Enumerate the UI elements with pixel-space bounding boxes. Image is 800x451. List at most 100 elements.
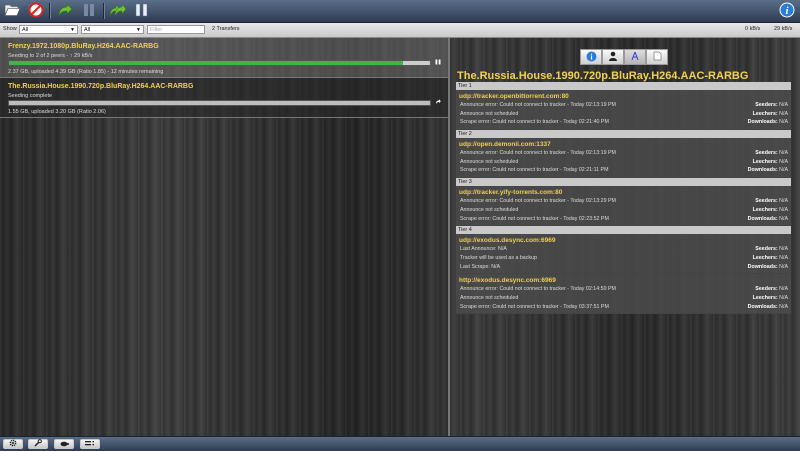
tracker-stat-key: Downloads:: [747, 215, 778, 222]
tracker-stat-key: Leechers:: [752, 254, 778, 261]
tracker-status-text: Last Announce: N/A: [460, 246, 507, 253]
tracker-stat-key: Leechers:: [752, 294, 778, 301]
remove-torrent-button[interactable]: [27, 2, 45, 20]
pause-all-icon: [134, 3, 150, 19]
tracker-url: udp://open.demonii.com:1337: [459, 141, 551, 149]
progress-bar: [8, 60, 431, 66]
torrent-peers: Seeding complete: [8, 93, 53, 99]
tracker-entry: udp://exodus.desync.com:6969 Last Announc…: [456, 234, 791, 275]
tracker-stat-value: N/A: [779, 167, 788, 174]
tracker-stat-value: N/A: [779, 294, 788, 301]
tracker-stat-value: N/A: [779, 102, 788, 108]
tracker-status-line: Announce not scheduled Leechers: N/A: [459, 110, 788, 119]
tier-header: Tier 4: [456, 226, 791, 235]
tracker-status-text: Announce not scheduled: [460, 110, 519, 117]
tracker-stat-value: N/A: [779, 254, 788, 261]
show-label: Show: [3, 26, 17, 32]
tracker-stat-value: N/A: [779, 158, 788, 165]
torrent-pause-button[interactable]: [434, 59, 442, 67]
tracker-entry: udp://tracker.yify-torrents.com:80 Announ…: [456, 186, 791, 227]
settings-button[interactable]: [3, 439, 23, 449]
tab-files[interactable]: [646, 49, 668, 65]
resume-icon: [435, 99, 441, 107]
tab-trackers[interactable]: [624, 49, 646, 65]
info-icon: i: [586, 51, 597, 64]
tracker-entry: udp://open.demonii.com:1337 Announce erro…: [456, 138, 791, 179]
torrent-stats: 1.55 GB, uploaded 3.20 GB (Ratio 2.06): [8, 109, 106, 115]
tracker-status-line: Last Scrape: N/A Downloads: N/A: [459, 263, 788, 272]
torrent-row[interactable]: The.Russia.House.1990.720p.BluRay.H264.A…: [0, 78, 448, 118]
remove-circle-icon: [28, 2, 44, 20]
pause-all-button[interactable]: [133, 2, 151, 20]
tracker-stat-key: Seeders:: [755, 150, 778, 157]
tracker-status-text: Scrape error: Could not connect to track…: [460, 303, 609, 310]
wrench-icon: [34, 439, 42, 449]
tracker-icon: [630, 51, 640, 63]
resume-all-button[interactable]: [109, 2, 127, 20]
tracker-stat-value: N/A: [779, 263, 788, 270]
tracker-stat-value: N/A: [779, 150, 788, 157]
tracker-stat-key: Leechers:: [752, 158, 778, 165]
preferences-button[interactable]: [28, 439, 48, 449]
state-filter-select[interactable]: All ▼: [19, 25, 78, 34]
tracker-stat: Seeders: N/A: [755, 245, 788, 254]
tracker-status-line: Scrape error: Could not connect to track…: [459, 303, 788, 312]
tracker-stat-key: Downloads:: [747, 263, 778, 270]
resume-button[interactable]: [56, 2, 74, 20]
turtle-mode-button[interactable]: [54, 439, 74, 449]
pause-button[interactable]: [80, 2, 98, 20]
tracker-status-line: Announce error: Could not connect to tra…: [459, 285, 788, 294]
tracker-url: udp://tracker.openbittorrent.com:80: [459, 93, 569, 100]
tracker-stat: Seeders: N/A: [755, 149, 788, 158]
tracker-status-text: Announce error: Could not connect to tra…: [460, 286, 616, 293]
tracker-stat: Seeders: N/A: [755, 285, 788, 294]
turtle-icon: [59, 440, 69, 449]
tracker-stat-value: N/A: [779, 303, 788, 310]
tracker-stat-value: N/A: [779, 206, 788, 213]
tracker-status-text: Scrape error: Could not connect to track…: [460, 167, 609, 174]
tracker-stat: Downloads: N/A: [748, 263, 788, 272]
tracker-stat: Seeders: N/A: [755, 101, 788, 110]
list-icon: [85, 440, 95, 449]
tier-header: Tier 1: [456, 82, 791, 90]
person-icon: [608, 51, 618, 63]
tracker-stat: Leechers: N/A: [753, 294, 788, 303]
inspector-toggle-button[interactable]: i: [778, 2, 796, 20]
tracker-status-text: Scrape error: Could not connect to track…: [460, 119, 609, 126]
tracker-stat-value: N/A: [779, 110, 788, 117]
filter-input[interactable]: Filter: [147, 25, 205, 34]
toolbar-separator: [103, 3, 105, 19]
tracker-status-text: Scrape error: Could not connect to track…: [460, 215, 609, 222]
tracker-status-text: Announce not scheduled: [460, 206, 519, 213]
tracker-status-line: Announce not scheduled Leechers: N/A: [459, 294, 788, 303]
tracker-entry: http://exodus.desync.com:6969 Announce er…: [456, 274, 791, 315]
tier-header: Tier 3: [456, 178, 791, 187]
compact-view-button[interactable]: [80, 439, 100, 449]
tier-header: Tier 2: [456, 130, 791, 139]
pane-divider[interactable]: [448, 38, 450, 436]
torrent-name: Frenzy.1972.1080p.BluRay.H264.AAC-RARBG: [8, 43, 159, 50]
open-torrent-button[interactable]: [3, 2, 21, 20]
toolbar-separator: [49, 3, 51, 19]
pause-icon: [435, 59, 441, 67]
torrent-list: Frenzy.1972.1080p.BluRay.H264.AAC-RARBG …: [0, 38, 448, 118]
tab-info[interactable]: i: [580, 49, 602, 65]
tracker-stat-key: Downloads:: [747, 119, 778, 126]
tracker-stat-key: Downloads:: [747, 167, 778, 174]
torrent-resume-button[interactable]: [434, 99, 442, 107]
tracker-stat-value: N/A: [779, 286, 788, 293]
progress-fill: [9, 61, 403, 65]
chevron-down-icon: ▼: [70, 27, 75, 33]
torrent-row[interactable]: Frenzy.1972.1080p.BluRay.H264.AAC-RARBG …: [0, 38, 448, 78]
tab-peers[interactable]: [602, 49, 624, 65]
tracker-stat-value: N/A: [779, 198, 788, 205]
tracker-filter-select[interactable]: All ▼: [81, 25, 144, 34]
gear-icon: [9, 439, 17, 449]
tracker-url: udp://tracker.yify-torrents.com:80: [459, 189, 563, 197]
tracker-status-text: Last Scrape: N/A: [460, 263, 501, 270]
tracker-stat-key: Seeders:: [755, 102, 778, 108]
tracker-status-text: Announce error: Could not connect to tra…: [460, 198, 616, 205]
inspector-tabs: i: [580, 49, 668, 65]
file-icon: [653, 51, 662, 63]
tracker-stat: Leechers: N/A: [753, 110, 788, 119]
